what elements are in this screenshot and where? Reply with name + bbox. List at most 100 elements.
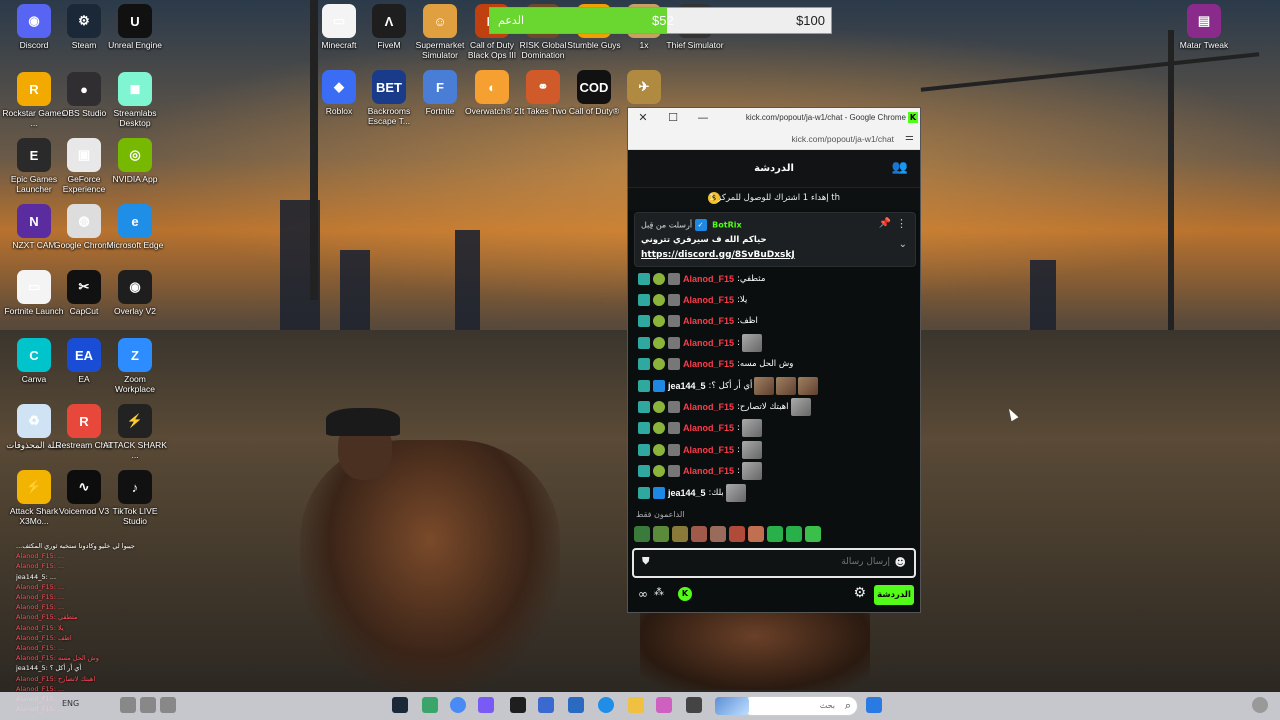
site-settings-icon[interactable]: ⚌ [905, 132, 914, 143]
chat-message[interactable]: Alanod_F15: وش الحل مسه [628, 354, 920, 375]
chat-message[interactable]: Alanod_F15: [628, 418, 920, 439]
chat-username[interactable]: Alanod_F15 [683, 359, 734, 369]
language-indicator[interactable]: ENG [62, 699, 79, 708]
mail-taskbar-icon[interactable] [568, 697, 584, 713]
emote-icon[interactable] [748, 526, 764, 542]
notification-icon[interactable] [1252, 697, 1268, 713]
chat-username[interactable]: Alanod_F15 [683, 402, 734, 412]
message-input[interactable] [658, 557, 890, 567]
emote-icon [754, 376, 775, 395]
emote-icon[interactable] [653, 526, 669, 542]
start-button-icon[interactable] [866, 697, 882, 713]
maximize-button[interactable]: ☐ [666, 111, 680, 124]
desktop-icon[interactable]: Z Zoom Workplace [103, 338, 167, 394]
desktop-icon[interactable]: e Microsoft Edge [103, 204, 167, 250]
chat-username[interactable]: Alanod_F15 [683, 274, 734, 284]
pinned-message[interactable]: أرسلت من قِبل ✓ BotRix حياكم الله ف سيرف… [634, 212, 916, 267]
chat-message[interactable]: Alanod_F15: اظف [628, 311, 920, 332]
pinned-by-label: أرسلت من قِبل [641, 220, 693, 230]
desktop-icon[interactable]: ♪ TikTok LIVE Studio [103, 470, 167, 526]
chat-username[interactable]: Alanod_F15 [683, 423, 734, 433]
chat-username[interactable]: Alanod_F15 [683, 445, 734, 455]
microphone-icon[interactable] [120, 697, 136, 713]
chat-username[interactable]: Alanod_F15 [683, 316, 734, 326]
emote-icon[interactable] [786, 526, 802, 542]
gear-icon[interactable]: ⚙ [853, 585, 866, 601]
user-list-icon[interactable]: 👥 [892, 160, 908, 175]
chrome-taskbar-icon[interactable] [450, 697, 466, 713]
app-taskbar-icon[interactable] [538, 697, 554, 713]
emote-icon[interactable] [729, 526, 745, 542]
desktop-icon[interactable]: ◎ NVIDIA App [103, 138, 167, 184]
desktop-icon[interactable]: ◉ Overlay V2 [103, 270, 167, 316]
donation-current: $52 [652, 13, 674, 28]
fivem-taskbar-icon[interactable] [510, 697, 526, 713]
close-button[interactable]: ✕ [636, 111, 650, 124]
chat-title: الدردشة [754, 163, 794, 174]
emote-icon [741, 462, 762, 481]
chat-message[interactable]: Alanod_F15: مثطفي [628, 268, 920, 289]
chat-message[interactable]: Alanod_F15: يلا [628, 289, 920, 310]
sub-goal-banner[interactable]: $ إهداء 1 اشتراك للوصول للمركز 1 th [628, 188, 920, 210]
minimize-button[interactable]: — [696, 111, 710, 124]
steam-taskbar-icon[interactable] [392, 697, 408, 713]
shield-icon[interactable]: ⛊ [642, 556, 650, 567]
chat-username[interactable]: jea144_5 [668, 381, 706, 391]
points-icon[interactable]: ⁂ [654, 587, 664, 598]
discord-taskbar-icon[interactable] [478, 697, 494, 713]
app-taskbar-icon[interactable] [422, 697, 438, 713]
user-badge-icon [668, 401, 680, 414]
wallpaper-figure-cap [326, 408, 400, 436]
desktop-icon[interactable]: U Unreal Engine [103, 4, 167, 50]
kick-coin-icon[interactable]: K [678, 587, 692, 601]
steam-icon: ⚙ [67, 4, 101, 38]
chat-message[interactable]: Alanod_F15: اهبتك لاتصارح [628, 396, 920, 417]
chat-send-button[interactable]: الدردشة [874, 585, 914, 605]
chat-username[interactable]: Alanod_F15 [683, 295, 734, 305]
pin-icon[interactable]: 📌 [879, 218, 891, 229]
chevron-up-icon[interactable] [160, 697, 176, 713]
emote-icon[interactable] [691, 526, 707, 542]
geforce-icon: ▣ [67, 138, 101, 172]
network-icon[interactable] [140, 697, 156, 713]
overlay-chat-line: jea144_5: أي أر أكل ؟ [16, 664, 82, 673]
emote-icon[interactable] [710, 526, 726, 542]
desktop-icon[interactable]: ▤ Matar Tweak [1172, 4, 1236, 50]
file-explorer-icon[interactable] [628, 697, 644, 713]
address-bar[interactable]: kick.com/popout/ja-w1/chat ⚌ [628, 128, 920, 150]
chat-message[interactable]: jea144_5: بلك [628, 482, 920, 503]
message-input-box[interactable]: ⛊ ☻ [632, 548, 916, 578]
chat-message[interactable]: Alanod_F15: [628, 439, 920, 460]
infinity-icon[interactable]: ∞ [638, 587, 648, 601]
url-text[interactable]: kick.com/popout/ja-w1/chat [791, 134, 894, 144]
user-badge-icon [668, 294, 680, 307]
emote-icon[interactable] [767, 526, 783, 542]
emote-icon[interactable] [672, 526, 688, 542]
desktop-icon[interactable]: ◼ Streamlabs Desktop [103, 72, 167, 128]
donation-goal-bar: الدعم $52 $100 [489, 7, 832, 34]
chevron-down-icon[interactable]: ⌄ [899, 239, 907, 250]
chat-message[interactable]: Alanod_F15: [628, 461, 920, 482]
chat-username[interactable]: Alanod_F15 [683, 466, 734, 476]
desktop-icon[interactable]: ⚡ ATTACK SHARK ... [103, 404, 167, 460]
chat-username[interactable]: jea144_5 [668, 488, 706, 498]
copilot-icon[interactable] [656, 697, 672, 713]
wallpaper-figure [640, 600, 870, 690]
pinned-link[interactable]: https://discord.gg/8SvBuDxskJ [641, 250, 795, 260]
zoom-icon: Z [118, 338, 152, 372]
app-taskbar-icon[interactable] [686, 697, 702, 713]
emote-strip[interactable] [634, 526, 916, 544]
emoji-icon[interactable]: ☻ [895, 556, 906, 569]
edge-taskbar-icon[interactable] [598, 697, 614, 713]
more-options-icon[interactable]: ⋮ [896, 217, 907, 230]
epic-icon: E [17, 138, 51, 172]
chat-message[interactable]: Alanod_F15: [628, 332, 920, 353]
emote-icon[interactable] [634, 526, 650, 542]
emote-icon[interactable] [805, 526, 821, 542]
window-titlebar[interactable]: ✕ ☐ — kick.com/popout/ja-w1/chat - Googl… [628, 108, 920, 128]
taskbar-search[interactable]: بحث ⌕ [715, 696, 858, 716]
chat-message[interactable]: jea144_5: أي أر أكل ؟ [628, 375, 920, 396]
overlay-chat-line: Alanod_F15: اظف [16, 633, 72, 642]
chat-username[interactable]: Alanod_F15 [683, 338, 734, 348]
donation-label: الدعم [498, 14, 525, 27]
